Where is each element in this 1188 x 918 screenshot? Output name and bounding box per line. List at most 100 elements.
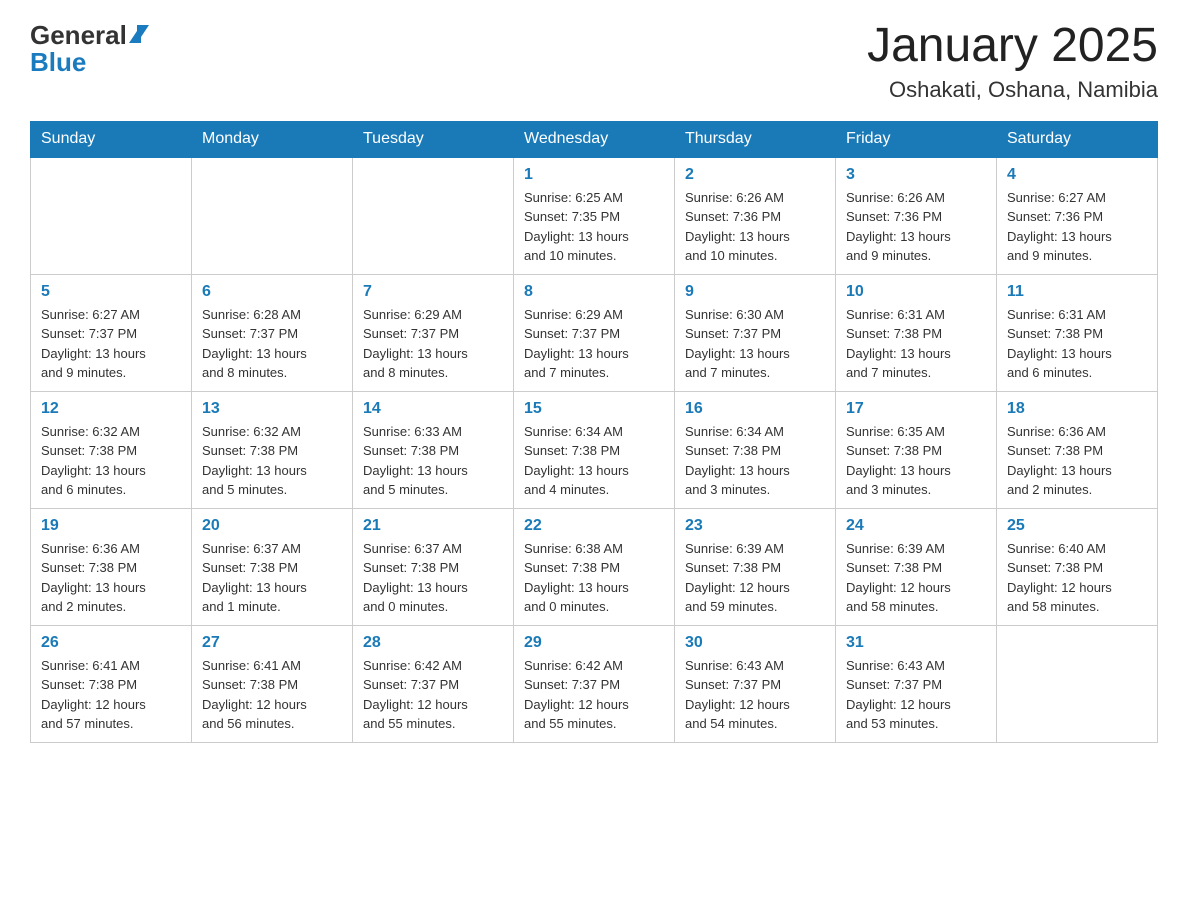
- day-info: Sunrise: 6:27 AMSunset: 7:36 PMDaylight:…: [1007, 188, 1147, 266]
- day-number: 6: [202, 283, 342, 301]
- calendar-cell: 4 Sunrise: 6:27 AMSunset: 7:36 PMDaylight…: [997, 157, 1158, 275]
- header-monday: Monday: [192, 121, 353, 157]
- day-info: Sunrise: 6:42 AMSunset: 7:37 PMDaylight:…: [363, 656, 503, 734]
- calendar-cell: 15 Sunrise: 6:34 AMSunset: 7:38 PMDayligh…: [514, 391, 675, 508]
- day-number: 13: [202, 400, 342, 418]
- day-number: 31: [846, 634, 986, 652]
- calendar-cell: 29Sunrise: 6:42 AMSunset: 7:37 PMDayligh…: [514, 625, 675, 742]
- day-info: Sunrise: 6:29 AMSunset: 7:37 PMDaylight:…: [363, 305, 503, 383]
- header-wednesday: Wednesday: [514, 121, 675, 157]
- day-number: 15: [524, 400, 664, 418]
- calendar-cell: 17 Sunrise: 6:35 AMSunset: 7:38 PMDayligh…: [836, 391, 997, 508]
- day-number: 5: [41, 283, 181, 301]
- day-info: Sunrise: 6:31 AMSunset: 7:38 PMDaylight:…: [846, 305, 986, 383]
- day-info: Sunrise: 6:39 AMSunset: 7:38 PMDaylight:…: [846, 539, 986, 617]
- calendar-cell: 24Sunrise: 6:39 AMSunset: 7:38 PMDayligh…: [836, 508, 997, 625]
- day-info: Sunrise: 6:31 AMSunset: 7:38 PMDaylight:…: [1007, 305, 1147, 383]
- day-number: 9: [685, 283, 825, 301]
- day-number: 18: [1007, 400, 1147, 418]
- calendar-cell: 18Sunrise: 6:36 AMSunset: 7:38 PMDayligh…: [997, 391, 1158, 508]
- page-header: General Blue January 2025 Oshakati, Osha…: [30, 20, 1158, 103]
- day-info: Sunrise: 6:34 AMSunset: 7:38 PMDaylight:…: [685, 422, 825, 500]
- calendar-cell: 7Sunrise: 6:29 AMSunset: 7:37 PMDaylight…: [353, 274, 514, 391]
- calendar-cell: 26 Sunrise: 6:41 AMSunset: 7:38 PMDayligh…: [31, 625, 192, 742]
- day-number: 20: [202, 517, 342, 535]
- calendar-cell: 25 Sunrise: 6:40 AMSunset: 7:38 PMDayligh…: [997, 508, 1158, 625]
- calendar-cell: 10 Sunrise: 6:31 AMSunset: 7:38 PMDayligh…: [836, 274, 997, 391]
- calendar-cell: 20 Sunrise: 6:37 AMSunset: 7:38 PMDayligh…: [192, 508, 353, 625]
- day-info: Sunrise: 6:27 AMSunset: 7:37 PMDaylight:…: [41, 305, 181, 383]
- calendar-cell: 3 Sunrise: 6:26 AMSunset: 7:36 PMDaylight…: [836, 157, 997, 275]
- calendar-title: January 2025: [867, 20, 1158, 73]
- calendar-week-2: 5 Sunrise: 6:27 AMSunset: 7:37 PMDaylight…: [31, 274, 1158, 391]
- day-number: 25: [1007, 517, 1147, 535]
- day-info: Sunrise: 6:28 AMSunset: 7:37 PMDaylight:…: [202, 305, 342, 383]
- day-info: Sunrise: 6:26 AMSunset: 7:36 PMDaylight:…: [846, 188, 986, 266]
- calendar-cell: [31, 157, 192, 275]
- day-info: Sunrise: 6:32 AMSunset: 7:38 PMDaylight:…: [41, 422, 181, 500]
- day-info: Sunrise: 6:37 AMSunset: 7:38 PMDaylight:…: [202, 539, 342, 617]
- calendar-cell: 14 Sunrise: 6:33 AMSunset: 7:38 PMDayligh…: [353, 391, 514, 508]
- calendar-week-1: 1 Sunrise: 6:25 AMSunset: 7:35 PMDaylight…: [31, 157, 1158, 275]
- calendar-cell: 9Sunrise: 6:30 AMSunset: 7:37 PMDaylight…: [675, 274, 836, 391]
- day-number: 1: [524, 166, 664, 184]
- day-number: 4: [1007, 166, 1147, 184]
- day-info: Sunrise: 6:29 AMSunset: 7:37 PMDaylight:…: [524, 305, 664, 383]
- calendar-cell: 27Sunrise: 6:41 AMSunset: 7:38 PMDayligh…: [192, 625, 353, 742]
- day-info: Sunrise: 6:34 AMSunset: 7:38 PMDaylight:…: [524, 422, 664, 500]
- calendar-week-5: 26 Sunrise: 6:41 AMSunset: 7:38 PMDayligh…: [31, 625, 1158, 742]
- calendar-cell: 12 Sunrise: 6:32 AMSunset: 7:38 PMDayligh…: [31, 391, 192, 508]
- calendar-cell: 1 Sunrise: 6:25 AMSunset: 7:35 PMDaylight…: [514, 157, 675, 275]
- day-number: 26: [41, 634, 181, 652]
- day-number: 8: [524, 283, 664, 301]
- calendar-cell: 19 Sunrise: 6:36 AMSunset: 7:38 PMDayligh…: [31, 508, 192, 625]
- calendar-cell: 16 Sunrise: 6:34 AMSunset: 7:38 PMDayligh…: [675, 391, 836, 508]
- header-tuesday: Tuesday: [353, 121, 514, 157]
- day-info: Sunrise: 6:35 AMSunset: 7:38 PMDaylight:…: [846, 422, 986, 500]
- calendar-cell: [192, 157, 353, 275]
- logo-icon: [127, 29, 149, 43]
- day-info: Sunrise: 6:43 AMSunset: 7:37 PMDaylight:…: [846, 656, 986, 734]
- calendar-cell: [353, 157, 514, 275]
- day-number: 17: [846, 400, 986, 418]
- day-number: 19: [41, 517, 181, 535]
- day-info: Sunrise: 6:32 AMSunset: 7:38 PMDaylight:…: [202, 422, 342, 500]
- day-info: Sunrise: 6:43 AMSunset: 7:37 PMDaylight:…: [685, 656, 825, 734]
- day-info: Sunrise: 6:33 AMSunset: 7:38 PMDaylight:…: [363, 422, 503, 500]
- day-number: 12: [41, 400, 181, 418]
- day-number: 14: [363, 400, 503, 418]
- logo-blue-text: Blue: [30, 47, 86, 78]
- day-number: 11: [1007, 283, 1147, 301]
- day-info: Sunrise: 6:25 AMSunset: 7:35 PMDaylight:…: [524, 188, 664, 266]
- header-saturday: Saturday: [997, 121, 1158, 157]
- calendar-cell: 2Sunrise: 6:26 AMSunset: 7:36 PMDaylight…: [675, 157, 836, 275]
- calendar-cell: 5 Sunrise: 6:27 AMSunset: 7:37 PMDaylight…: [31, 274, 192, 391]
- day-info: Sunrise: 6:36 AMSunset: 7:38 PMDaylight:…: [41, 539, 181, 617]
- day-number: 21: [363, 517, 503, 535]
- calendar-cell: 13 Sunrise: 6:32 AMSunset: 7:38 PMDayligh…: [192, 391, 353, 508]
- calendar-cell: 31 Sunrise: 6:43 AMSunset: 7:37 PMDayligh…: [836, 625, 997, 742]
- day-info: Sunrise: 6:40 AMSunset: 7:38 PMDaylight:…: [1007, 539, 1147, 617]
- day-number: 16: [685, 400, 825, 418]
- day-info: Sunrise: 6:41 AMSunset: 7:38 PMDaylight:…: [41, 656, 181, 734]
- calendar-cell: 6 Sunrise: 6:28 AMSunset: 7:37 PMDaylight…: [192, 274, 353, 391]
- calendar-cell: 23 Sunrise: 6:39 AMSunset: 7:38 PMDayligh…: [675, 508, 836, 625]
- calendar-cell: [997, 625, 1158, 742]
- day-info: Sunrise: 6:37 AMSunset: 7:38 PMDaylight:…: [363, 539, 503, 617]
- day-info: Sunrise: 6:42 AMSunset: 7:37 PMDaylight:…: [524, 656, 664, 734]
- calendar-table: SundayMondayTuesdayWednesdayThursdayFrid…: [30, 121, 1158, 743]
- title-block: January 2025 Oshakati, Oshana, Namibia: [867, 20, 1158, 103]
- calendar-subtitle: Oshakati, Oshana, Namibia: [867, 77, 1158, 103]
- calendar-cell: 22Sunrise: 6:38 AMSunset: 7:38 PMDayligh…: [514, 508, 675, 625]
- day-info: Sunrise: 6:38 AMSunset: 7:38 PMDaylight:…: [524, 539, 664, 617]
- calendar-week-3: 12 Sunrise: 6:32 AMSunset: 7:38 PMDayligh…: [31, 391, 1158, 508]
- calendar-cell: 8 Sunrise: 6:29 AMSunset: 7:37 PMDaylight…: [514, 274, 675, 391]
- header-friday: Friday: [836, 121, 997, 157]
- day-number: 3: [846, 166, 986, 184]
- day-number: 2: [685, 166, 825, 184]
- day-number: 23: [685, 517, 825, 535]
- day-number: 28: [363, 634, 503, 652]
- day-number: 10: [846, 283, 986, 301]
- day-info: Sunrise: 6:39 AMSunset: 7:38 PMDaylight:…: [685, 539, 825, 617]
- day-number: 27: [202, 634, 342, 652]
